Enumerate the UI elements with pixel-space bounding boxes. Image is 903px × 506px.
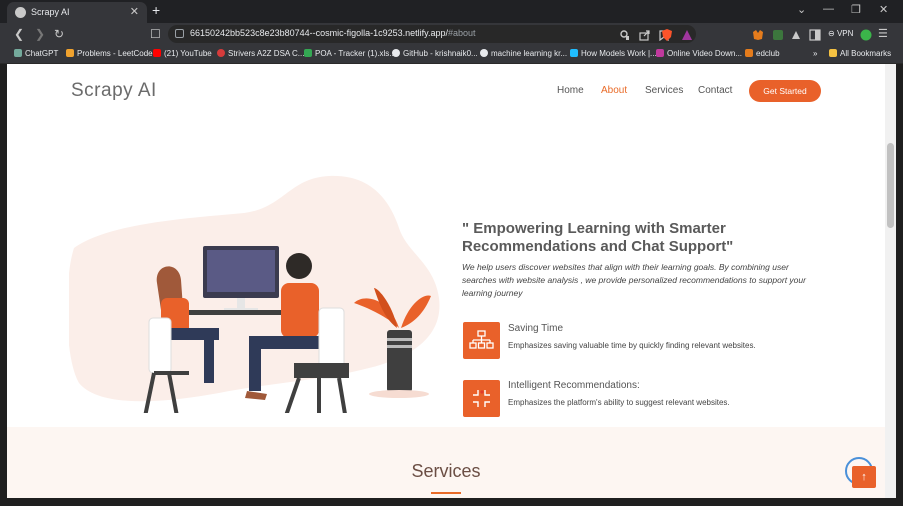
extension-green-icon[interactable] xyxy=(772,28,784,40)
bookmark-item[interactable]: Strivers A2Z DSA C... xyxy=(217,49,304,58)
tab-search-icon[interactable]: ⌄ xyxy=(797,3,806,16)
services-section: Services xyxy=(7,427,885,498)
share-icon[interactable] xyxy=(639,28,650,46)
new-tab-button[interactable]: + xyxy=(152,2,160,18)
browser-titlebar: Scrapy AI ✕ + ⌄ — ❐ ✕ xyxy=(0,0,903,23)
bookmark-page-icon[interactable]: ☐ xyxy=(150,27,161,41)
compress-icon xyxy=(463,380,500,417)
bookmark-item[interactable]: GitHub - krishnaik0... xyxy=(392,49,478,58)
bookmark-label: edclub xyxy=(756,49,780,58)
browser-tab[interactable]: Scrapy AI ✕ xyxy=(7,2,147,23)
bookmark-label: GitHub - krishnaik0... xyxy=(403,49,478,58)
site-logo[interactable]: Scrapy AI xyxy=(71,80,157,102)
page-viewport: Scrapy AI Home About Services Contact Ge… xyxy=(7,64,885,498)
bookmark-item[interactable]: (21) YouTube xyxy=(153,49,212,58)
close-window-button[interactable]: ✕ xyxy=(879,3,888,16)
nav-about[interactable]: About xyxy=(601,85,627,96)
about-description: We help users discover websites that ali… xyxy=(462,262,806,298)
sitemap-icon xyxy=(463,322,500,359)
bookmark-label: Strivers A2Z DSA C... xyxy=(228,49,305,58)
bookmark-label: How Models Work |... xyxy=(581,49,657,58)
get-started-button[interactable]: Get Started xyxy=(749,80,821,102)
feature-title-recommendations: Intelligent Recommendations: xyxy=(508,380,640,391)
feature-desc-saving-time: Emphasizes saving valuable time by quick… xyxy=(508,341,756,350)
forward-icon[interactable]: ❯ xyxy=(35,27,45,41)
menu-icon[interactable]: ☰ xyxy=(878,27,890,40)
feature-desc-recommendations: Emphasizes the platform's ability to sug… xyxy=(508,398,730,407)
extension-shape-icon[interactable] xyxy=(790,28,802,40)
scroll-to-top-button[interactable]: ↑ xyxy=(852,466,876,488)
bookmark-item[interactable]: Online Video Down... xyxy=(656,49,742,58)
scrollbar-thumb[interactable] xyxy=(887,143,894,228)
vpn-label: VPN xyxy=(836,29,854,38)
brave-shield-icon[interactable] xyxy=(661,28,673,41)
bookmark-label: machine learning kr... xyxy=(491,49,568,58)
about-headline: " Empowering Learning with Smarter Recom… xyxy=(462,220,734,255)
nav-services[interactable]: Services xyxy=(645,85,683,96)
nav-contact[interactable]: Contact xyxy=(698,85,732,96)
all-bookmarks-folder[interactable]: All Bookmarks xyxy=(829,49,891,58)
nav-home[interactable]: Home xyxy=(557,85,584,96)
incognito-key-icon[interactable] xyxy=(620,28,630,40)
bookmarks-bar: ChatGPT Problems - LeetCode (21) YouTube… xyxy=(0,46,903,64)
url-hash: #about xyxy=(448,28,476,38)
reload-icon[interactable]: ↻ xyxy=(54,27,64,41)
site-header: Scrapy AI Home About Services Contact Ge… xyxy=(7,64,885,120)
maximize-button[interactable]: ❐ xyxy=(851,3,861,16)
extension-fox-icon[interactable] xyxy=(752,28,764,40)
close-tab-icon[interactable]: ✕ xyxy=(130,5,139,18)
bookmark-label: ChatGPT xyxy=(25,49,59,58)
minimize-button[interactable]: — xyxy=(823,3,834,15)
brave-rewards-icon[interactable] xyxy=(681,28,693,40)
bookmark-item[interactable]: machine learning kr... xyxy=(480,49,567,58)
bookmark-item[interactable]: Problems - LeetCode xyxy=(66,49,153,58)
bookmark-item[interactable]: ChatGPT xyxy=(14,49,58,58)
globe-icon xyxy=(15,7,26,18)
all-bookmarks-label: All Bookmarks xyxy=(840,49,892,58)
profile-avatar[interactable] xyxy=(860,28,872,41)
sidebar-icon[interactable] xyxy=(809,28,821,41)
about-illustration xyxy=(69,175,440,413)
bookmark-label: (21) YouTube xyxy=(164,49,212,58)
url-main: 66150242bb523c8e23b80744--cosmic-figolla… xyxy=(190,28,449,38)
bookmarks-overflow-label: » xyxy=(813,49,818,58)
bookmark-item[interactable]: edclub xyxy=(745,49,780,58)
bookmark-label: Online Video Down... xyxy=(667,49,743,58)
page-scrollbar[interactable] xyxy=(885,64,896,498)
services-title: Services xyxy=(411,461,481,481)
bookmarks-overflow-button[interactable]: » xyxy=(813,49,817,58)
services-underline xyxy=(431,492,461,494)
vpn-button[interactable]: ⊖ VPN xyxy=(828,29,853,38)
tab-title: Scrapy AI xyxy=(31,7,70,17)
bookmark-item[interactable]: POA - Tracker (1).xls... xyxy=(304,49,396,58)
address-bar[interactable]: 66150242bb523c8e23b80744--cosmic-figolla… xyxy=(168,25,696,43)
bookmark-label: Problems - LeetCode xyxy=(77,49,153,58)
site-info-icon[interactable] xyxy=(175,29,184,38)
about-section: " Empowering Learning with Smarter Recom… xyxy=(7,120,885,427)
window-bottom-edge xyxy=(0,498,903,506)
bookmark-label: POA - Tracker (1).xls... xyxy=(315,49,396,58)
bookmark-item[interactable]: How Models Work |... xyxy=(570,49,657,58)
back-icon[interactable]: ❮ xyxy=(14,27,24,41)
feature-title-saving-time: Saving Time xyxy=(508,323,564,334)
